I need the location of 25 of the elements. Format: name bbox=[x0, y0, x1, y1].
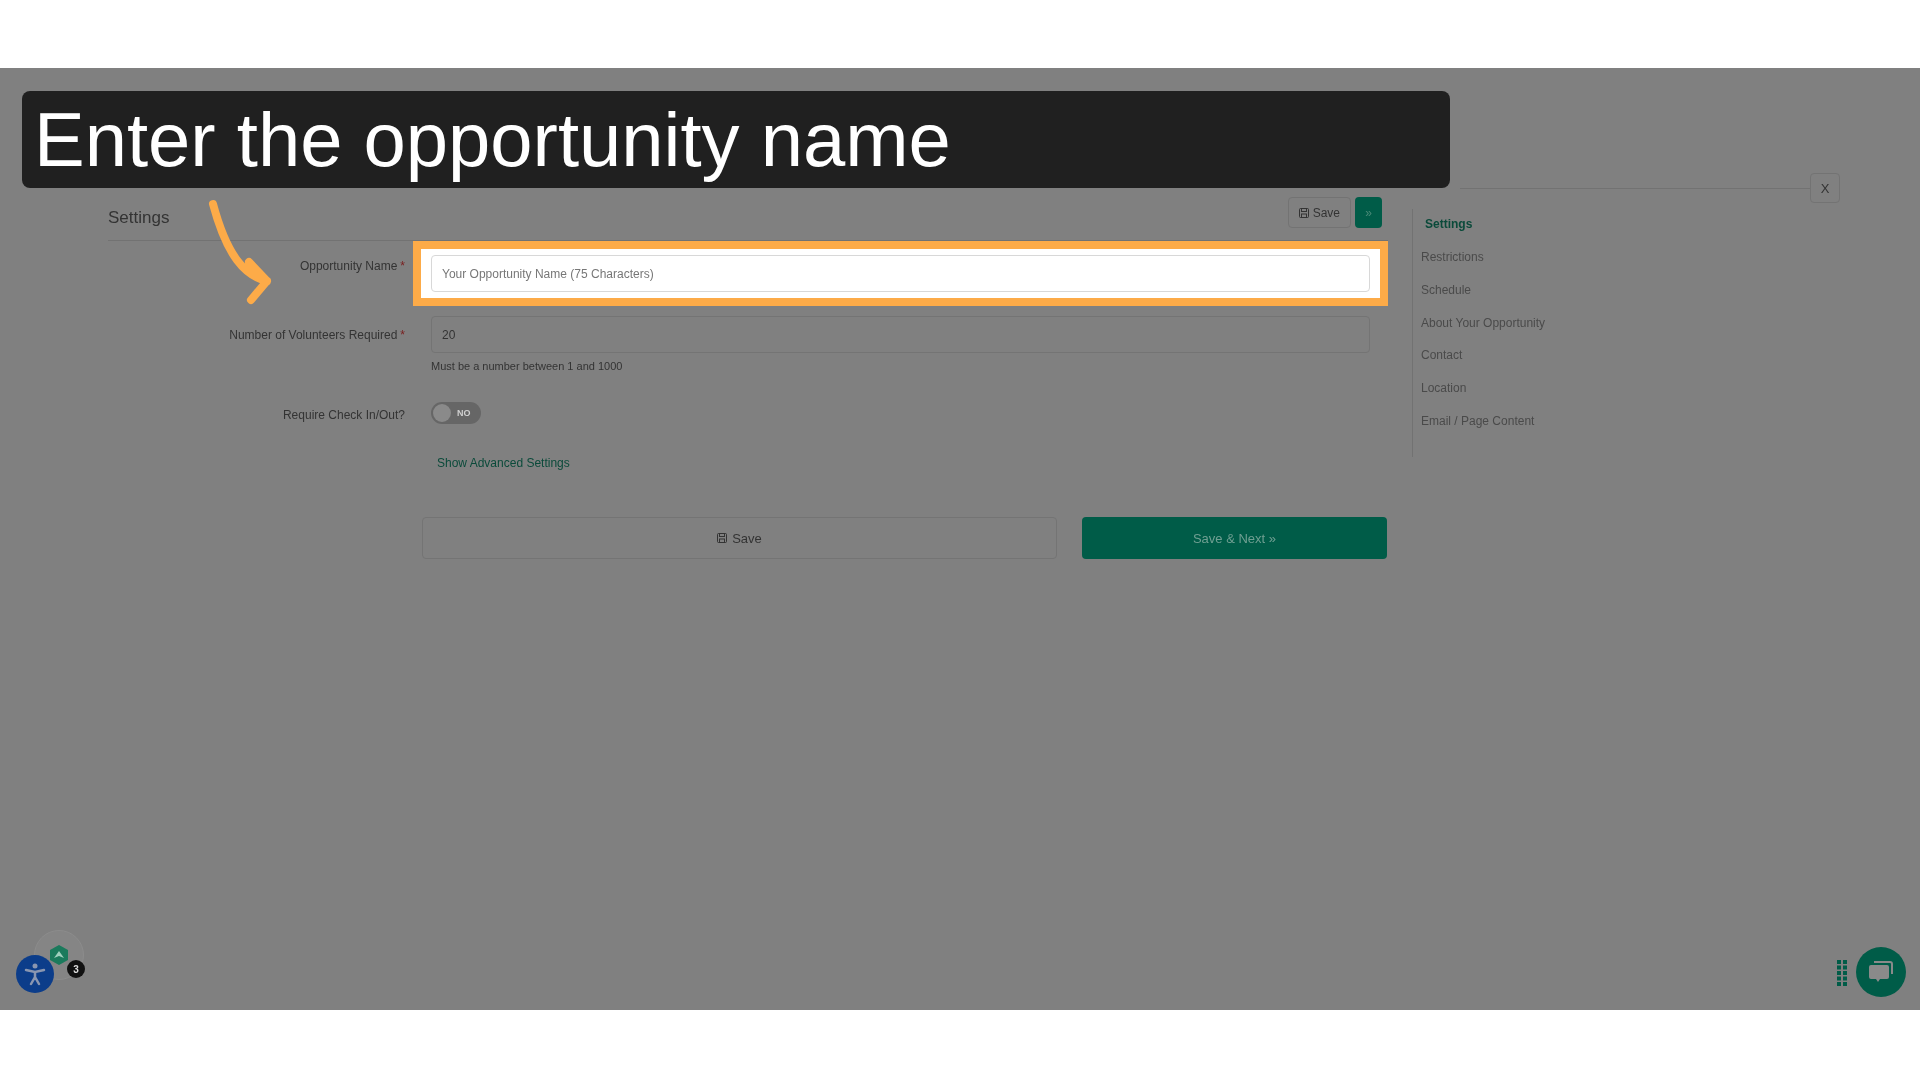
section-title: Settings bbox=[108, 207, 170, 228]
hexagon-icon bbox=[49, 944, 69, 966]
notification-badge: 3 bbox=[67, 960, 85, 978]
save-icon bbox=[717, 533, 728, 543]
sidebar-item[interactable]: Settings bbox=[1413, 217, 1473, 250]
input-field[interactable]: 20 bbox=[431, 316, 1370, 353]
next-button[interactable]: » bbox=[1355, 197, 1382, 228]
accessibility-icon bbox=[24, 962, 46, 986]
save-next-button[interactable]: Save & Next » bbox=[1082, 517, 1387, 559]
field-label: Require Check In/Out? bbox=[282, 407, 405, 422]
toggle-switch[interactable]: NO bbox=[431, 402, 481, 424]
close-button[interactable]: X bbox=[1810, 173, 1840, 203]
accessibility-button[interactable] bbox=[16, 955, 54, 993]
chat-icon bbox=[1868, 960, 1894, 984]
save-button[interactable]: Save bbox=[1287, 197, 1351, 228]
field-label: Number of Volunteers Required * bbox=[229, 327, 405, 342]
field-hint: Must be a number between 1 and 1000 bbox=[431, 360, 624, 372]
save-icon bbox=[1298, 207, 1309, 218]
drag-handle-icon[interactable] bbox=[1837, 960, 1847, 986]
chat-button[interactable] bbox=[1856, 947, 1906, 997]
save-button[interactable]: Save bbox=[422, 517, 1057, 559]
tutorial-caption: Enter the opportunity name bbox=[22, 91, 1450, 188]
input-field[interactable]: Your Opportunity Name (75 Characters) bbox=[431, 255, 1370, 292]
advanced-settings-link[interactable]: Show Advanced Settings bbox=[437, 456, 570, 470]
field-label: Opportunity Name * bbox=[299, 258, 405, 273]
